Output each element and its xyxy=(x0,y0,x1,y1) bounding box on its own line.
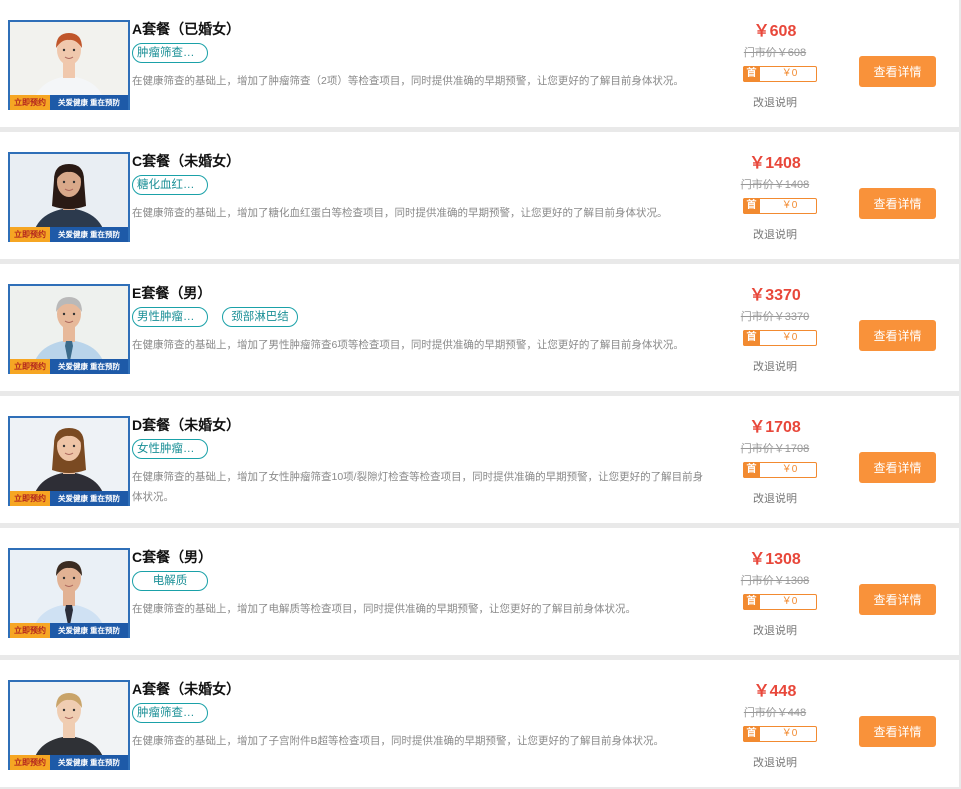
package-title[interactable]: C套餐（未婚女） xyxy=(132,151,240,171)
package-image[interactable]: 立即预约 关爱健康 重在预防 xyxy=(8,680,130,770)
package-image[interactable]: 立即预约 关爱健康 重在预防 xyxy=(8,20,130,110)
promo-banner: 立即预约 关爱健康 重在预防 xyxy=(10,491,128,506)
package-tag[interactable]: 颈部淋巴结 xyxy=(222,307,298,327)
view-details-button[interactable]: 查看详情 xyxy=(859,320,936,351)
promo-banner-book-label: 立即预约 xyxy=(10,755,50,770)
first-payment-badge: 首 xyxy=(743,198,760,214)
first-payment-amount: ￥0 xyxy=(781,728,798,739)
package-description: 在健康筛查的基础上，增加了男性肿瘤筛查6项等检查项目，同时提供准确的早期预警，让… xyxy=(132,339,684,351)
view-details-button[interactable]: 查看详情 xyxy=(859,716,936,747)
market-price: 门市价￥1308 xyxy=(740,575,810,587)
first-payment-box: 首 ￥0 xyxy=(743,198,817,214)
refund-policy-link[interactable]: 改退说明 xyxy=(720,226,830,242)
package-title[interactable]: D套餐（未婚女） xyxy=(132,415,240,435)
package-tags: 肿瘤筛查（2... xyxy=(132,43,222,63)
package-image[interactable]: 立即预约 关爱健康 重在预防 xyxy=(8,284,130,374)
package-price: ￥448 xyxy=(753,683,797,700)
package-description: 在健康筛查的基础上，增加了子宫附件B超等检查项目，同时提供准确的早期预警，让您更… xyxy=(132,735,665,747)
package-price: ￥1308 xyxy=(749,551,801,568)
package-price: ￥1708 xyxy=(749,419,801,436)
promo-banner: 立即预约 关爱健康 重在预防 xyxy=(10,95,128,110)
first-payment-amount: ￥0 xyxy=(781,596,798,607)
package-title[interactable]: A套餐（已婚女） xyxy=(132,19,240,39)
promo-banner-slogan: 关爱健康 重在预防 xyxy=(57,758,121,767)
view-details-button[interactable]: 查看详情 xyxy=(859,584,936,615)
promo-banner-slogan: 关爱健康 重在预防 xyxy=(57,230,121,239)
market-price: 门市价￥1708 xyxy=(740,443,810,455)
package-title[interactable]: A套餐（未婚女） xyxy=(132,679,240,699)
first-payment-badge: 首 xyxy=(743,594,760,610)
refund-policy-link[interactable]: 改退说明 xyxy=(720,490,830,506)
package-price: ￥3370 xyxy=(749,287,801,304)
refund-policy-link[interactable]: 改退说明 xyxy=(720,622,830,638)
first-payment-amount: ￥0 xyxy=(781,464,798,475)
package-tags: 男性肿瘤筛... 颈部淋巴结 xyxy=(132,307,312,327)
promo-banner-book-label: 立即预约 xyxy=(10,359,50,374)
promo-banner-slogan: 关爱健康 重在预防 xyxy=(57,626,121,635)
package-title[interactable]: C套餐（男） xyxy=(132,547,212,567)
package-tag[interactable]: 女性肿瘤筛... xyxy=(132,439,208,459)
package-card: 立即预约 关爱健康 重在预防 C套餐（男） 电解质 在健康筛查的基础上，增加了电… xyxy=(0,528,961,655)
package-list: 立即预约 关爱健康 重在预防 A套餐（已婚女） 肿瘤筛查（2... 在健康筛查的… xyxy=(0,0,961,789)
first-payment-box: 首 ￥0 xyxy=(743,462,817,478)
package-tag[interactable]: 电解质 xyxy=(132,571,208,591)
first-payment-badge: 首 xyxy=(743,462,760,478)
package-image[interactable]: 立即预约 关爱健康 重在预防 xyxy=(8,548,130,638)
promo-banner: 立即预约 关爱健康 重在预防 xyxy=(10,755,128,770)
package-image[interactable]: 立即预约 关爱健康 重在预防 xyxy=(8,152,130,242)
package-price: ￥608 xyxy=(753,23,797,40)
package-tags: 糖化血红蛋白 xyxy=(132,175,222,195)
promo-banner-slogan: 关爱健康 重在预防 xyxy=(57,494,121,503)
package-price: ￥1408 xyxy=(749,155,801,172)
market-price: 门市价￥448 xyxy=(743,707,807,719)
package-tag[interactable]: 糖化血红蛋白 xyxy=(132,175,208,195)
market-price: 门市价￥3370 xyxy=(740,311,810,323)
refund-policy-link[interactable]: 改退说明 xyxy=(720,358,830,374)
package-title[interactable]: E套餐（男） xyxy=(132,283,211,303)
first-payment-box: 首 ￥0 xyxy=(743,330,817,346)
refund-policy-link[interactable]: 改退说明 xyxy=(720,94,830,110)
package-tag[interactable]: 肿瘤筛查（2... xyxy=(132,703,208,723)
package-description: 在健康筛查的基础上，增加了糖化血红蛋白等检查项目，同时提供准确的早期预警，让您更… xyxy=(132,207,668,219)
package-card: 立即预约 关爱健康 重在预防 A套餐（未婚女） 肿瘤筛查（2... 在健康筛查的… xyxy=(0,660,961,787)
package-tags: 女性肿瘤筛... xyxy=(132,439,222,459)
package-description: 在健康筛查的基础上，增加了女性肿瘤筛查10项/裂隙灯检查等检查项目，同时提供准确… xyxy=(132,471,704,503)
first-payment-badge: 首 xyxy=(743,66,760,82)
package-tag[interactable]: 男性肿瘤筛... xyxy=(132,307,208,327)
first-payment-amount: ￥0 xyxy=(781,200,798,211)
package-card: 立即预约 关爱健康 重在预防 E套餐（男） 男性肿瘤筛... 颈部淋巴结 在健康筛… xyxy=(0,264,961,391)
package-description: 在健康筛查的基础上，增加了肿瘤筛查（2项）等检查项目，同时提供准确的早期预警，让… xyxy=(132,75,684,87)
promo-banner-slogan: 关爱健康 重在预防 xyxy=(57,98,121,107)
refund-policy-link[interactable]: 改退说明 xyxy=(720,754,830,770)
package-tags: 肿瘤筛查（2... xyxy=(132,703,222,723)
package-description: 在健康筛查的基础上，增加了电解质等检查项目，同时提供准确的早期预警，让您更好的了… xyxy=(132,603,636,615)
promo-banner: 立即预约 关爱健康 重在预防 xyxy=(10,623,128,638)
view-details-button[interactable]: 查看详情 xyxy=(859,452,936,483)
first-payment-badge: 首 xyxy=(743,330,760,346)
promo-banner: 立即预约 关爱健康 重在预防 xyxy=(10,227,128,242)
view-details-button[interactable]: 查看详情 xyxy=(859,188,936,219)
package-tag[interactable]: 肿瘤筛查（2... xyxy=(132,43,208,63)
first-payment-amount: ￥0 xyxy=(781,68,798,79)
promo-banner-slogan: 关爱健康 重在预防 xyxy=(57,362,121,371)
promo-banner-book-label: 立即预约 xyxy=(10,227,50,242)
first-payment-box: 首 ￥0 xyxy=(743,726,817,742)
first-payment-box: 首 ￥0 xyxy=(743,594,817,610)
package-card: 立即预约 关爱健康 重在预防 C套餐（未婚女） 糖化血红蛋白 在健康筛查的基础上… xyxy=(0,132,961,259)
package-card: 立即预约 关爱健康 重在预防 A套餐（已婚女） 肿瘤筛查（2... 在健康筛查的… xyxy=(0,0,961,127)
promo-banner-book-label: 立即预约 xyxy=(10,491,50,506)
market-price: 门市价￥1408 xyxy=(740,179,810,191)
first-payment-box: 首 ￥0 xyxy=(743,66,817,82)
promo-banner-book-label: 立即预约 xyxy=(10,623,50,638)
promo-banner: 立即预约 关爱健康 重在预防 xyxy=(10,359,128,374)
package-tags: 电解质 xyxy=(132,571,222,591)
first-payment-badge: 首 xyxy=(743,726,760,742)
market-price: 门市价￥608 xyxy=(743,47,807,59)
package-card: 立即预约 关爱健康 重在预防 D套餐（未婚女） 女性肿瘤筛... 在健康筛查的基… xyxy=(0,396,961,523)
first-payment-amount: ￥0 xyxy=(781,332,798,343)
package-image[interactable]: 立即预约 关爱健康 重在预防 xyxy=(8,416,130,506)
view-details-button[interactable]: 查看详情 xyxy=(859,56,936,87)
promo-banner-book-label: 立即预约 xyxy=(10,95,50,110)
